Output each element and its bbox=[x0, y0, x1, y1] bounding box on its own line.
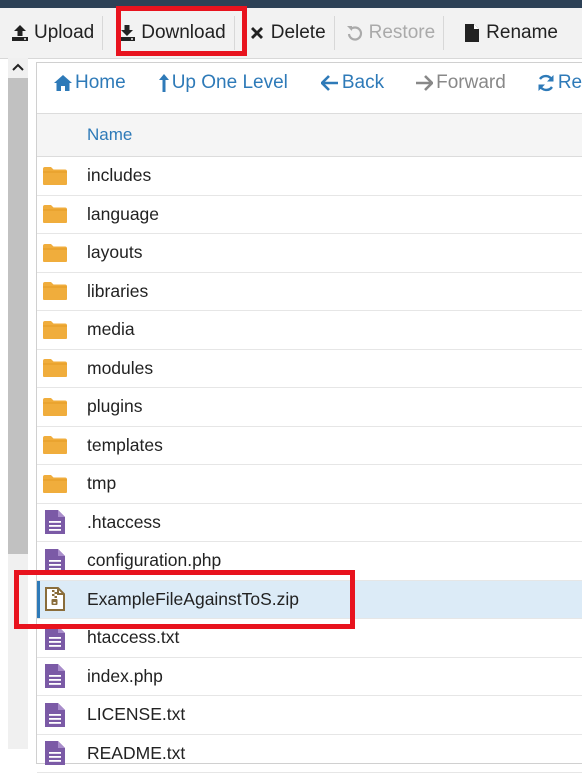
text-file-icon bbox=[42, 741, 68, 765]
file-name: media bbox=[87, 319, 135, 340]
file-manager-panel: Home Up One Level Back Forward Reload bbox=[36, 62, 582, 764]
chevron-up-icon[interactable] bbox=[8, 58, 28, 76]
folder-icon bbox=[42, 241, 68, 265]
delete-button[interactable]: Delete bbox=[235, 8, 334, 58]
download-button[interactable]: Download bbox=[103, 8, 234, 58]
file-toolbar: Upload Download Delete Restore Rename bbox=[0, 8, 582, 59]
table-row[interactable]: index.php bbox=[37, 658, 582, 697]
name-column-header[interactable]: Name bbox=[87, 125, 132, 145]
table-header: Name bbox=[37, 113, 582, 157]
folder-icon bbox=[42, 472, 68, 496]
table-row[interactable]: includes bbox=[37, 157, 582, 196]
table-row[interactable]: htaccess.txt bbox=[37, 619, 582, 658]
folder-icon bbox=[42, 202, 68, 226]
file-table: Name includes language layouts libraries med… bbox=[37, 113, 582, 773]
text-file-icon bbox=[42, 549, 68, 573]
arrow-left-icon bbox=[320, 73, 340, 93]
file-name: language bbox=[87, 204, 159, 225]
table-row[interactable]: LICENSE.txt bbox=[37, 696, 582, 735]
folder-icon bbox=[42, 318, 68, 342]
rename-label: Rename bbox=[486, 22, 558, 44]
file-name: modules bbox=[87, 358, 153, 379]
text-file-icon bbox=[42, 703, 68, 727]
file-name: templates bbox=[87, 435, 163, 456]
scrollbar-thumb[interactable] bbox=[8, 78, 28, 554]
folder-icon bbox=[42, 356, 68, 380]
table-row[interactable]: libraries bbox=[37, 273, 582, 312]
file-name: README.txt bbox=[87, 743, 185, 764]
folder-icon bbox=[42, 395, 68, 419]
folder-icon bbox=[42, 433, 68, 457]
file-name: LICENSE.txt bbox=[87, 704, 185, 725]
folder-icon bbox=[42, 164, 68, 188]
back-label: Back bbox=[342, 72, 384, 94]
vertical-scrollbar[interactable] bbox=[8, 58, 28, 749]
file-name: libraries bbox=[87, 281, 148, 302]
table-row[interactable]: ExampleFileAgainstToS.zip bbox=[37, 581, 582, 620]
file-name: .htaccess bbox=[87, 512, 161, 533]
table-row[interactable]: layouts bbox=[37, 234, 582, 273]
home-icon bbox=[53, 73, 73, 93]
reload-button[interactable]: Reload bbox=[536, 63, 582, 103]
reload-label: Reload bbox=[558, 72, 582, 94]
table-row[interactable]: .htaccess bbox=[37, 504, 582, 543]
arrow-right-icon bbox=[414, 73, 434, 93]
level-up-icon bbox=[158, 73, 170, 93]
table-row[interactable]: tmp bbox=[37, 465, 582, 504]
file-name: includes bbox=[87, 165, 151, 186]
navigation-bar: Home Up One Level Back Forward Reload bbox=[37, 63, 582, 103]
file-list: includes language layouts libraries media mod… bbox=[37, 157, 582, 773]
download-icon bbox=[117, 23, 137, 43]
file-name: index.php bbox=[87, 666, 163, 687]
home-label: Home bbox=[75, 72, 126, 94]
table-row[interactable]: plugins bbox=[37, 388, 582, 427]
upload-button[interactable]: Upload bbox=[0, 8, 102, 58]
table-row[interactable]: language bbox=[37, 196, 582, 235]
forward-button[interactable]: Forward bbox=[414, 63, 506, 103]
file-name: ExampleFileAgainstToS.zip bbox=[87, 589, 299, 610]
table-row[interactable]: modules bbox=[37, 350, 582, 389]
text-file-icon bbox=[42, 626, 68, 650]
table-row[interactable]: templates bbox=[37, 427, 582, 466]
file-name: plugins bbox=[87, 396, 142, 417]
upload-icon bbox=[10, 23, 30, 43]
file-name: tmp bbox=[87, 473, 116, 494]
file-name: htaccess.txt bbox=[87, 627, 179, 648]
restore-button[interactable]: Restore bbox=[335, 8, 444, 58]
undo-icon bbox=[345, 23, 365, 43]
table-row[interactable]: README.txt bbox=[37, 735, 582, 773]
delete-label: Delete bbox=[271, 22, 326, 44]
download-label: Download bbox=[141, 22, 226, 44]
table-row[interactable]: configuration.php bbox=[37, 542, 582, 581]
restore-label: Restore bbox=[369, 22, 436, 44]
folder-icon bbox=[42, 279, 68, 303]
zip-file-icon bbox=[42, 587, 68, 611]
text-file-icon bbox=[42, 510, 68, 534]
upload-label: Upload bbox=[34, 22, 94, 44]
file-name: configuration.php bbox=[87, 550, 221, 571]
up-one-level-label: Up One Level bbox=[172, 72, 288, 94]
close-icon bbox=[247, 23, 267, 43]
up-one-level-button[interactable]: Up One Level bbox=[158, 63, 288, 103]
refresh-icon bbox=[536, 73, 556, 93]
text-file-icon bbox=[42, 664, 68, 688]
back-button[interactable]: Back bbox=[320, 63, 384, 103]
file-name: layouts bbox=[87, 242, 142, 263]
top-header-strip bbox=[0, 0, 582, 8]
file-icon bbox=[462, 23, 482, 43]
home-button[interactable]: Home bbox=[53, 63, 126, 103]
rename-button[interactable]: Rename bbox=[444, 8, 566, 58]
forward-label: Forward bbox=[436, 72, 506, 94]
table-row[interactable]: media bbox=[37, 311, 582, 350]
